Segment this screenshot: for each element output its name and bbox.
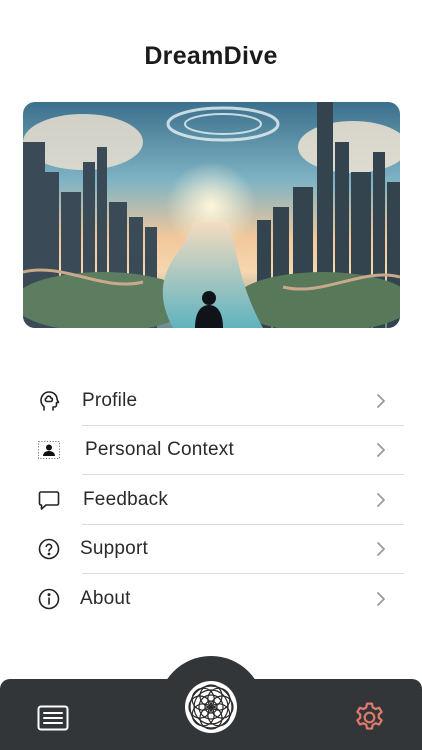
chevron-right-icon [377, 393, 385, 408]
chevron-right-icon [377, 542, 385, 557]
info-circle-icon [37, 587, 61, 611]
menu-item-label: Profile [82, 389, 138, 411]
tab-settings[interactable] [352, 700, 387, 735]
brain-head-icon [37, 389, 61, 413]
menu-item-support[interactable]: Support [0, 525, 422, 574]
menu-item-label: Support [80, 538, 148, 560]
question-circle-icon [37, 537, 61, 561]
menu-item-feedback[interactable]: Feedback [0, 475, 422, 525]
menu-item-label: Feedback [83, 488, 169, 510]
settings-menu: Profile Personal Context Feedback Suppor… [0, 376, 422, 624]
person-card-icon [37, 438, 61, 462]
menu-item-about[interactable]: About [0, 574, 422, 624]
dreamcatcher-icon [188, 684, 234, 730]
menu-item-personal-context[interactable]: Personal Context [0, 426, 422, 475]
menu-item-label: About [80, 587, 131, 609]
chevron-right-icon [377, 591, 385, 606]
hero-image [23, 102, 400, 328]
hero-illustration [23, 102, 400, 328]
chat-bubble-icon [37, 488, 61, 512]
chevron-right-icon [377, 492, 385, 507]
menu-item-profile[interactable]: Profile [0, 376, 422, 426]
gear-icon [356, 702, 383, 730]
tab-journal[interactable] [37, 705, 69, 731]
menu-item-label: Personal Context [85, 439, 234, 461]
list-icon [37, 705, 69, 731]
chevron-right-icon [377, 443, 385, 458]
app-title: DreamDive [144, 42, 278, 70]
tab-dream[interactable] [185, 681, 237, 733]
